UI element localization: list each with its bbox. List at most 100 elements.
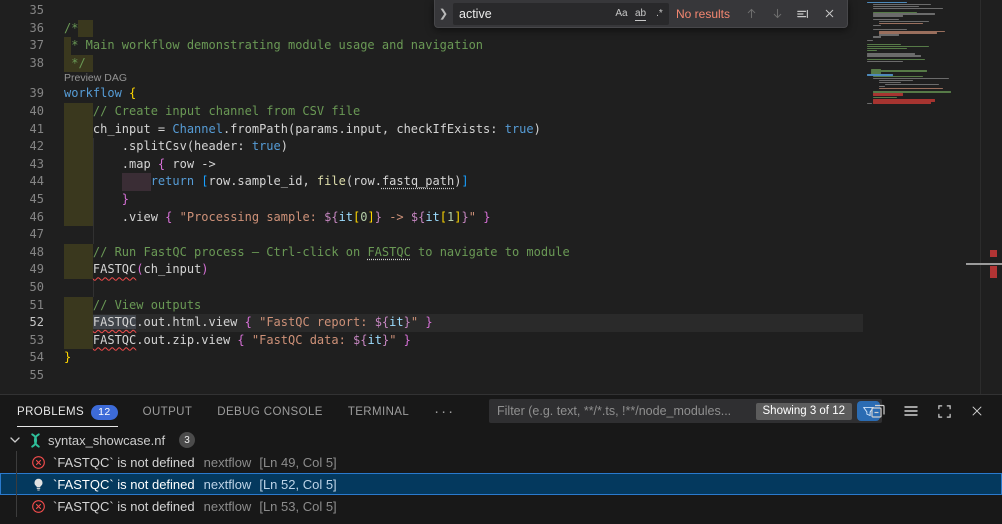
regex-icon[interactable]: .*	[650, 8, 669, 19]
problem-row[interactable]: `FASTQC` is not definednextflow[Ln 53, C…	[0, 495, 1002, 517]
code-token: ch_input	[144, 262, 202, 276]
codelens-preview-dag[interactable]: Preview DAG	[0, 72, 1002, 85]
problem-row[interactable]: `FASTQC` is not definednextflow[Ln 49, C…	[0, 451, 1002, 473]
panel-tab-output[interactable]: OUTPUT	[143, 395, 193, 427]
code-token: .fromPath(params.input, checkIfExists:	[223, 122, 505, 136]
find-query-text[interactable]: active	[453, 7, 612, 21]
line-number: 52	[0, 314, 64, 332]
code-token: .map	[64, 157, 158, 171]
line-number: 45	[0, 191, 64, 209]
code-token: * Main workflow demonstrating module usa…	[64, 38, 483, 52]
code-token	[64, 333, 93, 347]
minimap-line	[867, 55, 921, 56]
line-number: 54	[0, 349, 64, 367]
filter-showing-badge: Showing 3 of 12	[756, 403, 852, 420]
tree-indent-guide	[16, 451, 17, 517]
code-token: .out.zip.view	[136, 333, 237, 347]
code-token: "FastQC data:	[252, 333, 353, 347]
panel-tab-problems[interactable]: PROBLEMS12	[17, 395, 118, 427]
code-line[interactable]: }	[64, 349, 1002, 367]
minimap-line	[873, 36, 881, 37]
code-token: {	[237, 333, 244, 347]
code-token: ]	[368, 210, 375, 224]
line-number: 42	[0, 138, 64, 156]
code-token: true	[252, 139, 281, 153]
code-line[interactable]: .splitCsv(header: true)	[64, 138, 1002, 156]
close-panel-icon[interactable]	[968, 402, 986, 420]
code-line[interactable]: .map { row ->	[64, 156, 1002, 174]
code-line[interactable]: FASTQC.out.zip.view { "FastQC data: ${it…	[64, 332, 1002, 350]
lightbulb-icon	[31, 477, 46, 492]
code-line[interactable]: FASTQC(ch_input)	[64, 261, 1002, 279]
code-line[interactable]: // Create input channel from CSV file	[64, 103, 1002, 121]
code-line[interactable]	[64, 279, 1002, 297]
toggle-replace-chevron-icon[interactable]: ❯	[435, 7, 452, 20]
code-line[interactable]	[64, 367, 1002, 385]
code-line[interactable]: // Run FastQC process – Ctrl-click on FA…	[64, 244, 1002, 262]
code-token: row ->	[165, 157, 216, 171]
view-as-table-icon[interactable]	[902, 402, 920, 420]
whole-word-icon[interactable]: ab	[631, 8, 650, 19]
nextflow-file-icon	[28, 433, 43, 448]
panel-tab-terminal[interactable]: TERMINAL	[348, 395, 409, 427]
minimap-line	[873, 29, 907, 30]
problems-file-header[interactable]: syntax_showcase.nf 3	[0, 429, 1002, 451]
error-token: FASTQC	[93, 333, 136, 347]
find-previous-icon[interactable]	[743, 6, 759, 22]
problems-file-name: syntax_showcase.nf	[48, 433, 165, 448]
code-line[interactable]: FASTQC.out.html.view { "FastQC report: $…	[64, 314, 1002, 332]
error-icon	[31, 455, 46, 470]
code-token: )	[201, 262, 208, 276]
chevron-down-icon[interactable]	[7, 432, 23, 448]
find-next-icon[interactable]	[769, 6, 785, 22]
code-token	[64, 298, 93, 312]
collapse-all-icon[interactable]	[869, 402, 887, 420]
code-token: }	[483, 210, 490, 224]
code-token: to navigate to module	[411, 245, 570, 259]
code-token: .view	[64, 210, 165, 224]
code-line[interactable]	[64, 226, 1002, 244]
code-token: */	[64, 56, 86, 70]
line-number: 49	[0, 261, 64, 279]
find-input[interactable]: active Aa ab .*	[453, 3, 669, 25]
overview-ruler[interactable]	[981, 0, 1002, 394]
code-line[interactable]: ch_input = Channel.fromPath(params.input…	[64, 121, 1002, 139]
minimap-line	[867, 44, 901, 45]
code-token: it	[425, 210, 439, 224]
code-line[interactable]: .view { "Processing sample: ${it[0]} -> …	[64, 209, 1002, 227]
code-token	[64, 192, 122, 206]
code-token: .splitCsv(header:	[64, 139, 252, 153]
line-number: 39	[0, 85, 64, 103]
code-token: return	[151, 174, 194, 188]
code-line[interactable]: workflow {	[64, 85, 1002, 103]
line-number: 43	[0, 156, 64, 174]
code-editor[interactable]: 3536/*37 * Main workflow demonstrating m…	[0, 0, 1002, 394]
code-token: .out.html.view	[136, 315, 244, 329]
code-line[interactable]: // View outputs	[64, 297, 1002, 315]
problems-filter-input[interactable]: Filter (e.g. text, **/*.ts, !**/node_mod…	[489, 399, 882, 423]
match-case-icon[interactable]: Aa	[612, 8, 631, 19]
code-line[interactable]: return [row.sample_id, file(row.fastq_pa…	[64, 173, 1002, 191]
code-token: {	[245, 315, 252, 329]
find-close-icon[interactable]	[821, 6, 837, 22]
minimap[interactable]	[864, 0, 981, 394]
error-token: FASTQC	[93, 315, 136, 329]
code-line[interactable]: }	[64, 191, 1002, 209]
error-token: FASTQC	[93, 262, 136, 276]
code-token: ->	[382, 210, 411, 224]
panel-tab-debug-console[interactable]: DEBUG CONSOLE	[217, 395, 323, 427]
code-line[interactable]: */	[64, 55, 1002, 73]
problems-tree: syntax_showcase.nf 3 `FASTQC` is not def…	[0, 429, 1002, 517]
find-in-selection-icon[interactable]	[795, 6, 811, 22]
line-number: 46	[0, 209, 64, 227]
code-line[interactable]: * Main workflow demonstrating module usa…	[64, 37, 1002, 55]
panel-tab-label: TERMINAL	[348, 406, 409, 418]
maximize-panel-icon[interactable]	[935, 402, 953, 420]
panel-tab-label: OUTPUT	[143, 406, 193, 418]
find-widget: ❯ active Aa ab .* No results	[434, 0, 848, 28]
panel-tabs-more-icon[interactable]: ···	[434, 395, 455, 427]
problems-file-count-badge: 3	[179, 432, 195, 448]
code-token: }	[461, 210, 468, 224]
problem-row[interactable]: `FASTQC` is not definednextflow[Ln 52, C…	[0, 473, 1002, 495]
overview-cursor-line	[966, 263, 1002, 265]
